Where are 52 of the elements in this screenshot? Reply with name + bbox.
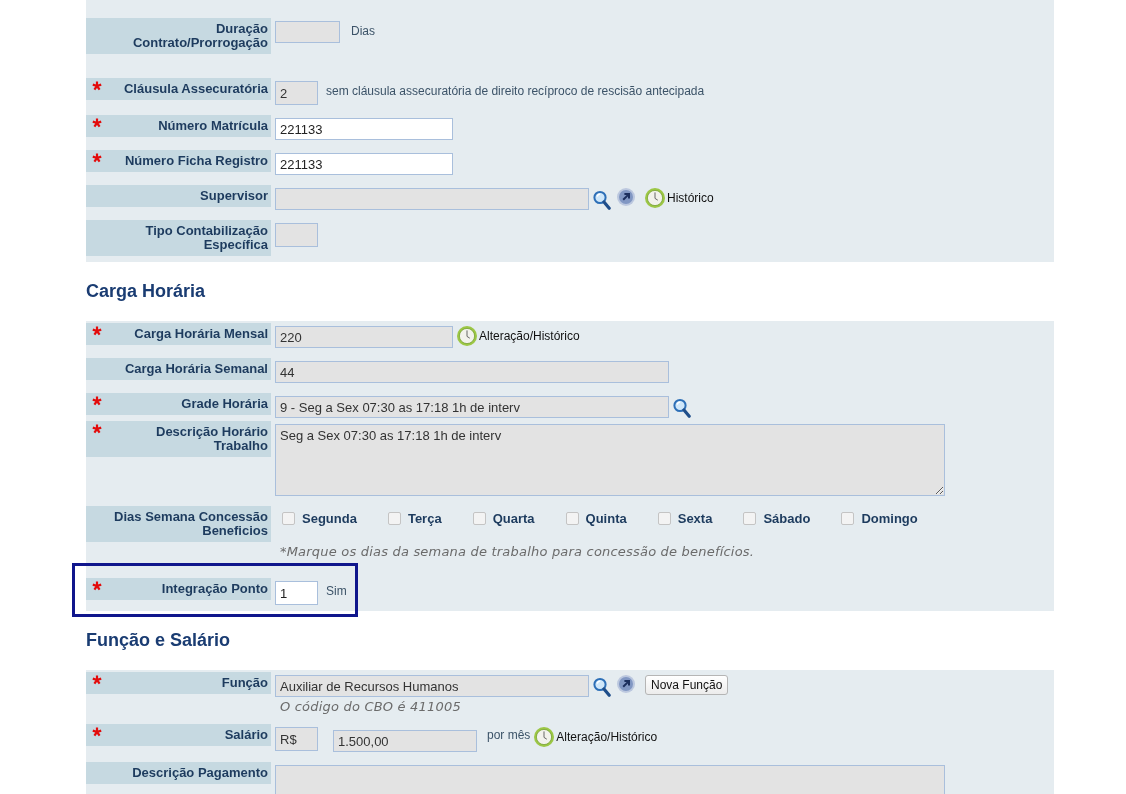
history-link[interactable]: Histórico	[645, 188, 714, 208]
checkbox-label[interactable]: Terça	[407, 510, 442, 526]
field-hint: *Marque os dias da semana de trabalho para concessão de benefícios.	[280, 544, 755, 559]
field-label: Tipo Contabilização Específica	[144, 222, 269, 254]
checkbox-label[interactable]: Quarta	[492, 510, 535, 526]
checkbox[interactable]	[472, 511, 486, 525]
section-heading: Carga Horária	[86, 280, 207, 302]
checkbox[interactable]	[743, 511, 757, 525]
field-note: sem cláusula assecuratória de direito recíproco de rescisão antecipada	[326, 83, 705, 98]
checkbox-label[interactable]: Domingo	[861, 510, 918, 526]
history-link[interactable]: Alteração/Histórico	[534, 727, 658, 747]
arrow-circle-icon[interactable]	[617, 188, 635, 206]
field-note: por mês	[487, 727, 531, 742]
checkbox[interactable]	[387, 511, 401, 525]
field-label: Descrição Horário Trabalho	[155, 423, 269, 455]
field-label: Função	[220, 674, 269, 692]
field-label: Número Matrícula	[157, 117, 269, 135]
checkbox-label[interactable]: Quinta	[585, 510, 627, 526]
checkbox[interactable]	[657, 511, 671, 525]
field-label: Cláusula Assecuratória	[122, 80, 269, 98]
search-icon[interactable]	[673, 398, 691, 418]
field-label: Número Ficha Registro	[123, 152, 269, 170]
field-label: Carga Horária Mensal	[133, 325, 269, 343]
field-label: Descrição Pagamento	[131, 764, 269, 782]
checkbox-label[interactable]: Segunda	[302, 510, 357, 526]
checkbox[interactable]	[841, 511, 855, 525]
text-input[interactable]: 1	[275, 581, 318, 605]
arrow-circle-icon[interactable]	[617, 675, 635, 693]
checkbox[interactable]	[282, 511, 295, 525]
section-heading: Função e Salário	[86, 629, 232, 651]
clock-icon	[457, 326, 477, 346]
clock-icon	[645, 188, 665, 208]
clock-icon	[534, 727, 555, 747]
field-label: Duração Contrato/Prorrogação	[131, 20, 269, 52]
checkbox-label[interactable]: Sábado	[763, 510, 811, 526]
field-label: Grade Horária	[180, 395, 269, 413]
field-label: Dias Semana Concessão Beneficios	[113, 508, 269, 540]
field-label: Carga Horária Semanal	[123, 360, 269, 378]
checkbox[interactable]	[565, 511, 579, 525]
field-hint: O código do CBO é 411005	[280, 699, 461, 714]
history-link[interactable]: Alteração/Histórico	[457, 326, 580, 346]
field-note: Sim	[326, 583, 347, 598]
field-label: Integração Ponto	[160, 580, 269, 598]
checkbox-label[interactable]: Sexta	[677, 510, 713, 526]
search-icon[interactable]	[593, 677, 611, 697]
field-label: Supervisor	[199, 187, 269, 205]
field-label: Salário	[223, 726, 269, 744]
text-input[interactable]: 221133	[275, 153, 453, 175]
new-function-button[interactable]: Nova Função	[645, 675, 729, 695]
text-input[interactable]: 221133	[275, 118, 453, 140]
field-note: Dias	[351, 23, 375, 38]
search-icon[interactable]	[593, 190, 611, 210]
